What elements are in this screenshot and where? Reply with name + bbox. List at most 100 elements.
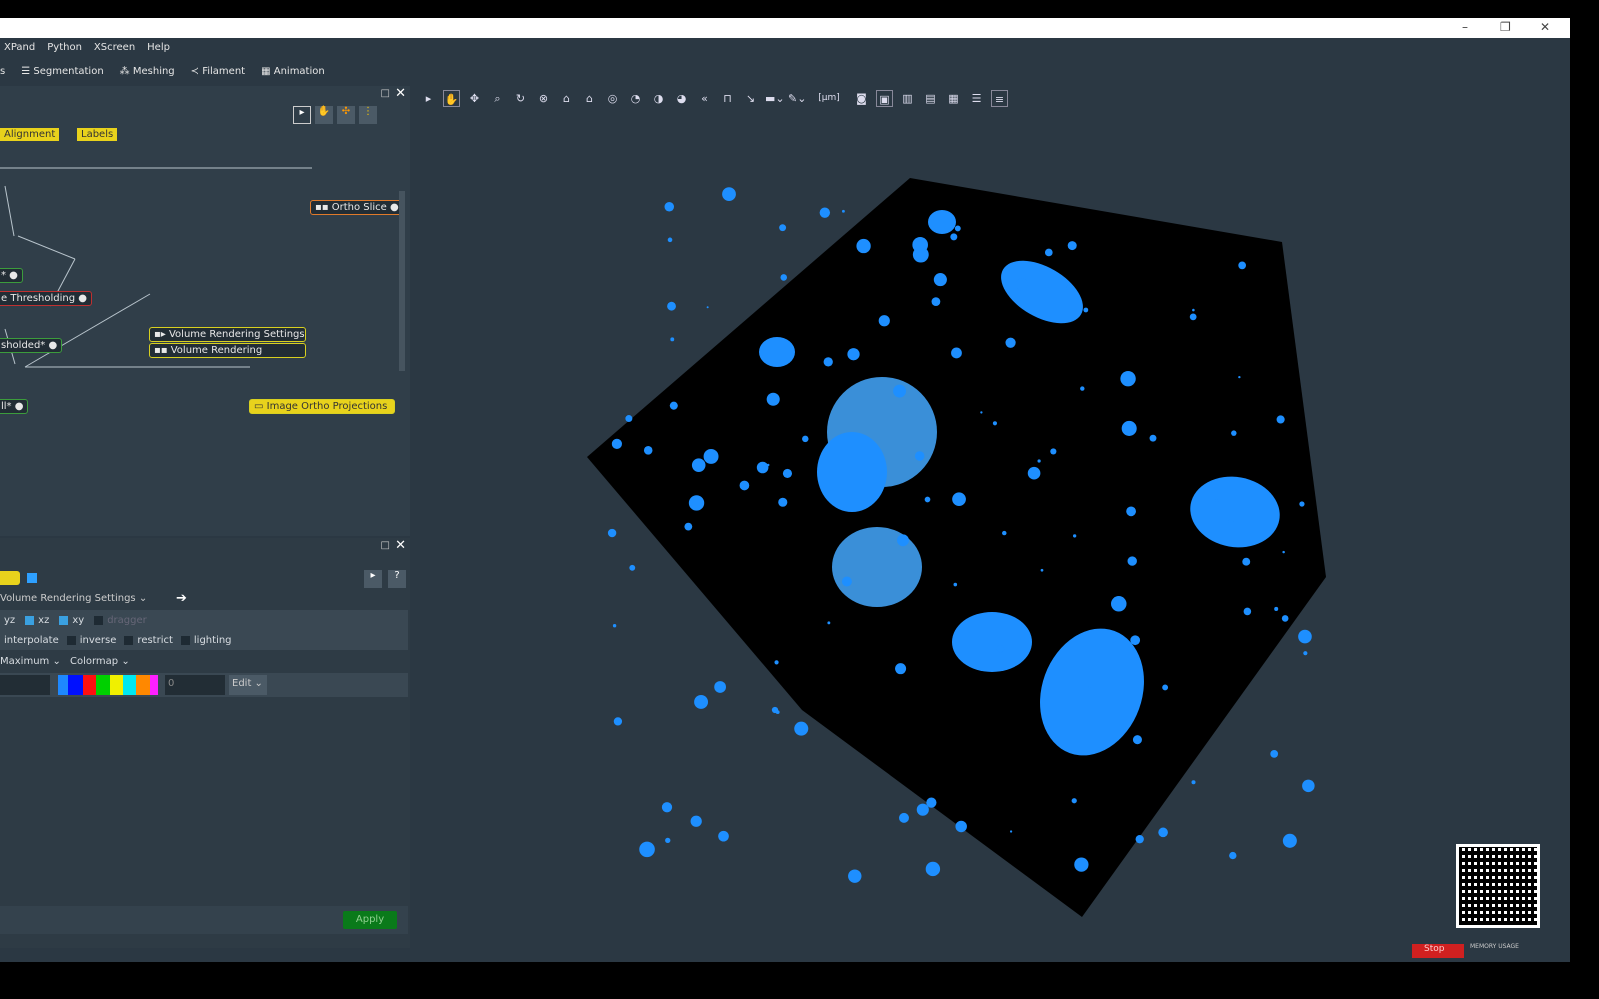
layout-list-icon[interactable]: ≡	[991, 90, 1008, 107]
3d-viewer[interactable]	[412, 112, 1570, 962]
unit-select[interactable]: [µm]	[811, 90, 847, 107]
node-image-ortho-projections[interactable]: ▭ Image Ortho Projections	[249, 399, 395, 414]
apply-button[interactable]: Apply	[343, 911, 397, 929]
workspace-meshing[interactable]: ⁂ Meshing	[120, 66, 175, 77]
close-panel-icon[interactable]: ✕	[395, 86, 406, 101]
menu-xscreen[interactable]: XScreen	[94, 42, 135, 53]
orient-x-icon[interactable]: ◔	[627, 90, 644, 107]
label: restrict	[137, 635, 173, 646]
pan-icon[interactable]: ✥	[466, 90, 483, 107]
menu-xpand[interactable]: XPand	[4, 42, 35, 53]
module-color-swatch[interactable]	[27, 573, 37, 583]
layout-stacked-icon[interactable]: ☰	[968, 90, 985, 107]
menu-bar: XPand Python XScreen Help	[0, 38, 170, 56]
menu-help[interactable]: Help	[147, 42, 170, 53]
edit-button[interactable]: Edit ⌄	[229, 675, 267, 695]
node-volume-rendering-settings[interactable]: ▪▸ Volume Rendering Settings	[149, 327, 306, 342]
checkbox-inverse[interactable]: inverse	[66, 635, 116, 646]
node-result[interactable]: ll* ●	[0, 399, 29, 414]
reset-icon[interactable]: ⊗	[535, 90, 552, 107]
checkbox-interpolate[interactable]: interpolate	[4, 635, 59, 646]
workspace-segmentation[interactable]: ☰ Segmentation	[21, 66, 103, 77]
particle	[1158, 827, 1168, 838]
home-icon[interactable]: ⌂	[558, 90, 575, 107]
zoom-icon[interactable]: ⌕	[489, 90, 506, 107]
graph-layout-icon[interactable]: ✣	[337, 106, 355, 124]
min-field[interactable]	[0, 675, 50, 695]
layout-single-icon[interactable]: ▣	[876, 90, 893, 107]
graph-scrollbar[interactable]	[399, 191, 405, 371]
tag-alignment[interactable]: Alignment	[0, 128, 60, 141]
particle	[1242, 557, 1251, 566]
checkbox-dragger[interactable]: dragger	[94, 615, 147, 626]
node-volume-rendering[interactable]: ▪▪ Volume Rendering	[149, 343, 306, 358]
particle	[1229, 851, 1237, 860]
measure-icon[interactable]: ↘	[742, 90, 759, 107]
checkbox-xz[interactable]: xz	[25, 615, 49, 626]
particle	[951, 347, 962, 359]
particle	[841, 576, 852, 587]
colormap-preview[interactable]	[58, 675, 158, 695]
float-panel-icon[interactable]: □	[381, 540, 390, 551]
particle	[1132, 735, 1142, 745]
node-ortho-slice[interactable]: ▪▪ Ortho Slice ●	[310, 200, 404, 215]
select-tool-icon[interactable]: ▸	[293, 106, 311, 124]
layout-four-icon[interactable]: ▦	[945, 90, 962, 107]
minimize-button[interactable]: –	[1462, 20, 1468, 34]
particle	[955, 820, 967, 833]
layout-two-horizontal-icon[interactable]: ▤	[922, 90, 939, 107]
probe-icon[interactable]: ✎⌄	[788, 90, 806, 107]
float-panel-icon[interactable]: □	[381, 88, 390, 99]
hand-icon[interactable]: ✋	[443, 90, 460, 107]
mode-select[interactable]: Maximum ⌄	[0, 656, 61, 667]
node-thresholded[interactable]: sholded* ●	[0, 338, 63, 353]
rotate-icon[interactable]: ↻	[512, 90, 529, 107]
viewer-toolbar: ▸ ✋ ✥ ⌕ ↻ ⊗ ⌂ ⌂ ◎ ◔ ◑ ◕ « ⊓ ↘ ▬⌄ ✎⌄ [µm]…	[420, 90, 1008, 107]
particle	[611, 438, 623, 449]
help-icon[interactable]: ?	[388, 570, 406, 588]
pick-icon[interactable]: ▸	[364, 570, 382, 588]
perspective-icon[interactable]: «	[696, 90, 713, 107]
layout-two-vertical-icon[interactable]: ▥	[899, 90, 916, 107]
tag-labels[interactable]: Labels	[77, 128, 118, 141]
volume-rendering[interactable]	[412, 112, 1570, 962]
snapshot-icon[interactable]: ◙	[853, 90, 870, 107]
colormap-select[interactable]: Colormap ⌄	[70, 656, 130, 667]
stereo-icon[interactable]: ⊓	[719, 90, 736, 107]
checkbox-xy[interactable]: xy	[59, 615, 84, 626]
particle	[819, 207, 831, 218]
close-panel-icon[interactable]: ✕	[395, 538, 406, 553]
menu-python[interactable]: Python	[47, 42, 82, 53]
particle	[1121, 420, 1137, 436]
particle	[714, 681, 726, 693]
workspace-partial[interactable]: s	[0, 66, 5, 77]
set-home-icon[interactable]: ⌂	[581, 90, 598, 107]
orient-z-icon[interactable]: ◕	[673, 90, 690, 107]
hand-tool-icon[interactable]: ✋	[315, 106, 333, 124]
particle	[607, 528, 617, 538]
data-select[interactable]: Volume Rendering Settings ⌄	[0, 593, 165, 607]
tree-view-icon[interactable]: ⋮	[359, 106, 377, 124]
particle	[952, 492, 966, 507]
close-window-button[interactable]: ✕	[1540, 20, 1550, 34]
arrow-right-icon[interactable]: ➔	[176, 591, 187, 606]
label: Volume Rendering	[170, 345, 263, 356]
orient-y-icon[interactable]: ◑	[650, 90, 667, 107]
restore-button[interactable]: ❐	[1500, 20, 1511, 34]
ruler-icon[interactable]: ▬⌄	[765, 90, 785, 107]
node-data[interactable]: * ●	[0, 268, 23, 283]
particle	[827, 621, 831, 625]
view-all-icon[interactable]: ◎	[604, 90, 621, 107]
stop-button[interactable]: Stop	[1412, 944, 1464, 958]
checkbox-lighting[interactable]: lighting	[180, 635, 232, 646]
checkbox-restrict[interactable]: restrict	[124, 635, 173, 646]
pointer-icon[interactable]: ▸	[420, 90, 437, 107]
node-thresholding[interactable]: e Thresholding ●	[0, 291, 92, 306]
label: ll*	[1, 401, 12, 412]
particle	[980, 411, 983, 414]
checkbox-yz[interactable]: yz	[4, 615, 15, 626]
workspace-animation[interactable]: ▦ Animation	[261, 66, 325, 77]
particle	[1074, 857, 1089, 872]
workspace-filament[interactable]: ≺ Filament	[191, 66, 245, 77]
max-field[interactable]: 0	[165, 675, 225, 695]
